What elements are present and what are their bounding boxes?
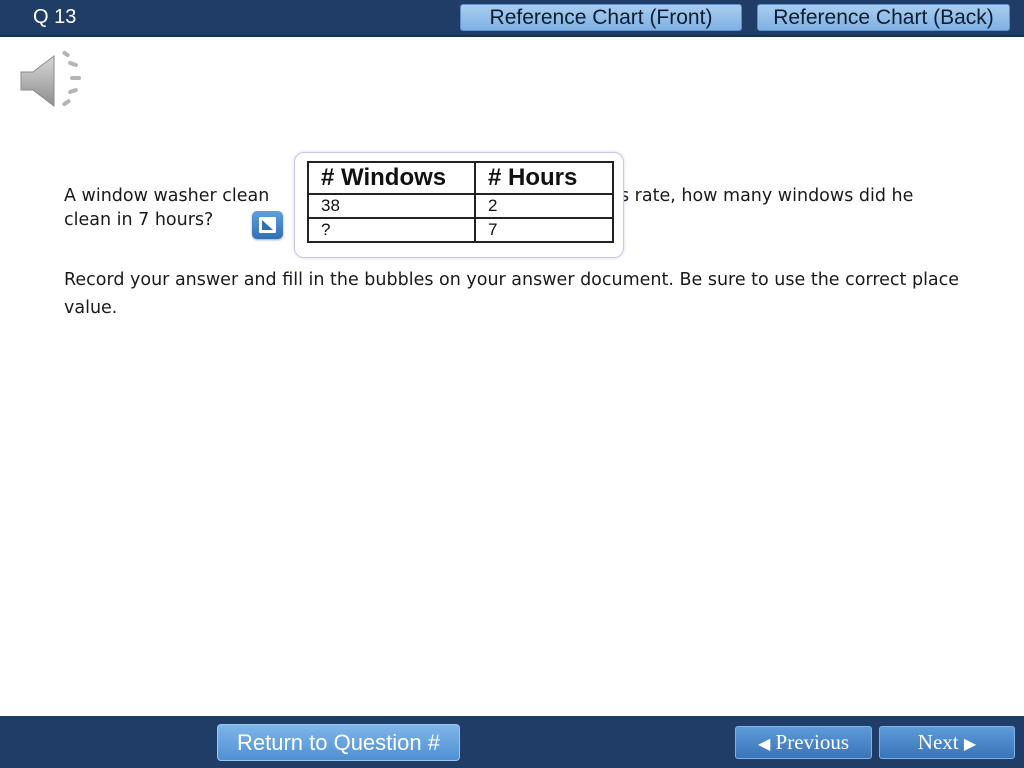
reference-chart-front-button[interactable]: Reference Chart (Front) bbox=[460, 4, 742, 31]
table-header-row: # Windows # Hours bbox=[307, 161, 614, 195]
previous-label: Previous bbox=[775, 730, 850, 754]
question-number: Q 13 bbox=[33, 6, 77, 28]
table-cell: 38 bbox=[307, 193, 476, 219]
data-table: # Windows # Hours 38 2 ? 7 bbox=[307, 161, 614, 243]
table-icon[interactable] bbox=[252, 211, 283, 239]
next-button[interactable]: Next ▶ bbox=[879, 726, 1015, 759]
next-label: Next bbox=[917, 730, 959, 754]
table-header-hours: # Hours bbox=[474, 161, 614, 195]
question-text-line1-end: s rate, how many windows did he bbox=[620, 186, 914, 206]
table-row: 38 2 bbox=[307, 193, 614, 219]
question-text-line2: clean in 7 hours? bbox=[64, 210, 214, 230]
instructions-text: Record your answer and fill in the bubbl… bbox=[64, 270, 960, 318]
triangle-right-icon: ▶ bbox=[963, 734, 977, 753]
reference-chart-back-button[interactable]: Reference Chart (Back) bbox=[757, 4, 1010, 31]
top-bar: Q 13 Reference Chart (Front) Reference C… bbox=[0, 0, 1024, 37]
return-to-question-button[interactable]: Return to Question # bbox=[217, 724, 460, 761]
table-cell: 2 bbox=[474, 193, 614, 219]
speaker-icon[interactable] bbox=[18, 48, 90, 114]
triangle-left-icon: ◀ bbox=[757, 734, 771, 753]
previous-button[interactable]: ◀ Previous bbox=[735, 726, 872, 759]
question-text-line1-start: A window washer clean bbox=[64, 186, 270, 206]
table-popup: # Windows # Hours 38 2 ? 7 bbox=[294, 152, 624, 258]
table-cell: 7 bbox=[474, 217, 614, 243]
table-header-windows: # Windows bbox=[307, 161, 476, 195]
table-cell: ? bbox=[307, 217, 476, 243]
table-row: ? 7 bbox=[307, 217, 614, 243]
